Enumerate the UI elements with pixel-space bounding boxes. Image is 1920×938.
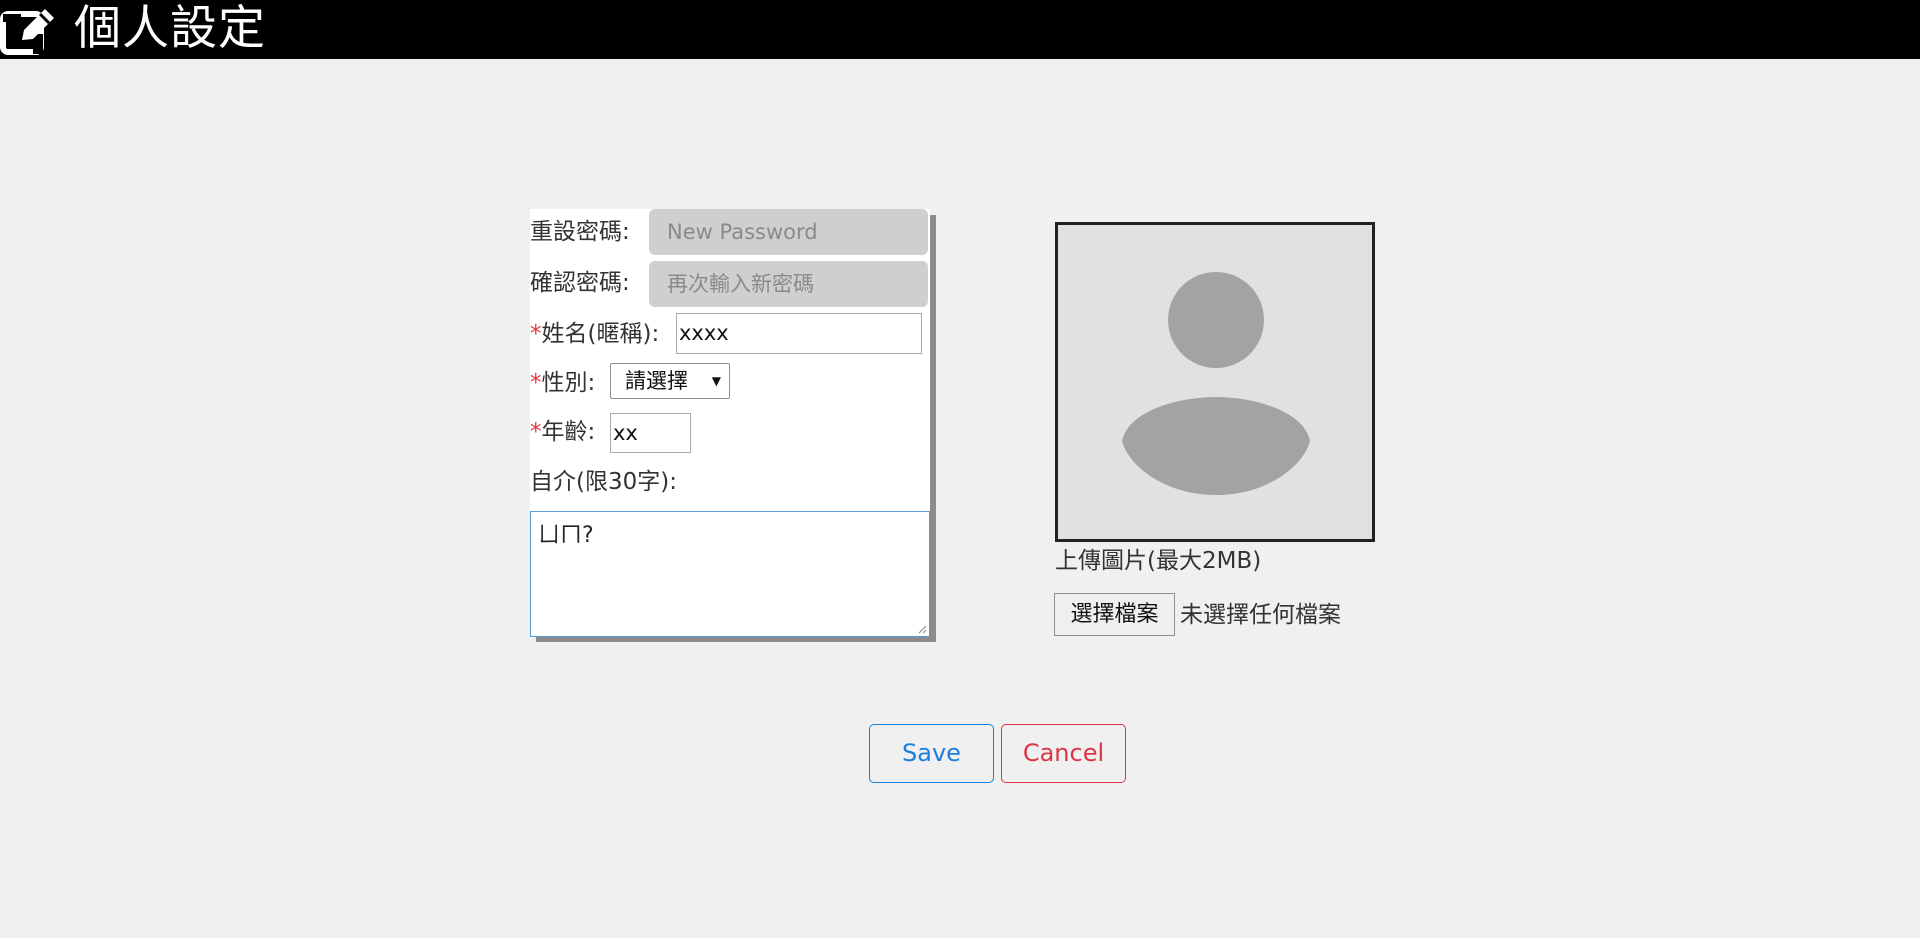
- gender-label: *性別:: [530, 368, 595, 398]
- required-mark: *: [530, 321, 542, 347]
- bio-text: ㄩㄇ?: [538, 523, 594, 548]
- gender-select-value: 請選擇: [625, 369, 688, 393]
- age-label: *年齡:: [530, 417, 595, 447]
- save-button[interactable]: Save: [869, 724, 994, 783]
- confirm-password-label: 確認密碼:: [530, 270, 630, 296]
- bio-label: 自介(限30字):: [530, 469, 677, 495]
- gender-select[interactable]: 請選擇 ▼: [610, 363, 730, 399]
- user-silhouette-icon: [1122, 272, 1310, 495]
- avatar-placeholder: [1055, 222, 1375, 542]
- name-label-text: 姓名(暱稱):: [541, 321, 660, 347]
- edit-icon: [0, 9, 54, 55]
- age-label-text: 年齡:: [541, 419, 596, 445]
- gender-label-text: 性別:: [541, 370, 596, 396]
- confirm-password-input[interactable]: 再次輸入新密碼: [649, 261, 928, 307]
- new-password-input[interactable]: New Password: [649, 209, 928, 255]
- dropdown-arrow-icon: ▼: [711, 374, 721, 388]
- reset-password-label: 重設密碼:: [530, 219, 630, 245]
- file-status: 未選擇任何檔案: [1180, 602, 1341, 628]
- name-label: *姓名(暱稱):: [530, 319, 659, 349]
- required-mark: *: [530, 370, 542, 396]
- choose-file-button[interactable]: 選擇檔案: [1054, 593, 1175, 636]
- resize-grip-icon[interactable]: [917, 624, 927, 634]
- name-input[interactable]: xxxx: [676, 313, 922, 354]
- bio-textarea[interactable]: ㄩㄇ?: [530, 511, 930, 637]
- cancel-button[interactable]: Cancel: [1001, 724, 1126, 783]
- top-bar: 個人設定: [0, 0, 1920, 59]
- age-input[interactable]: xx: [610, 413, 691, 453]
- page-title: 個人設定: [74, 1, 266, 56]
- upload-label: 上傳圖片(最大2MB): [1055, 548, 1262, 574]
- required-mark: *: [530, 419, 542, 445]
